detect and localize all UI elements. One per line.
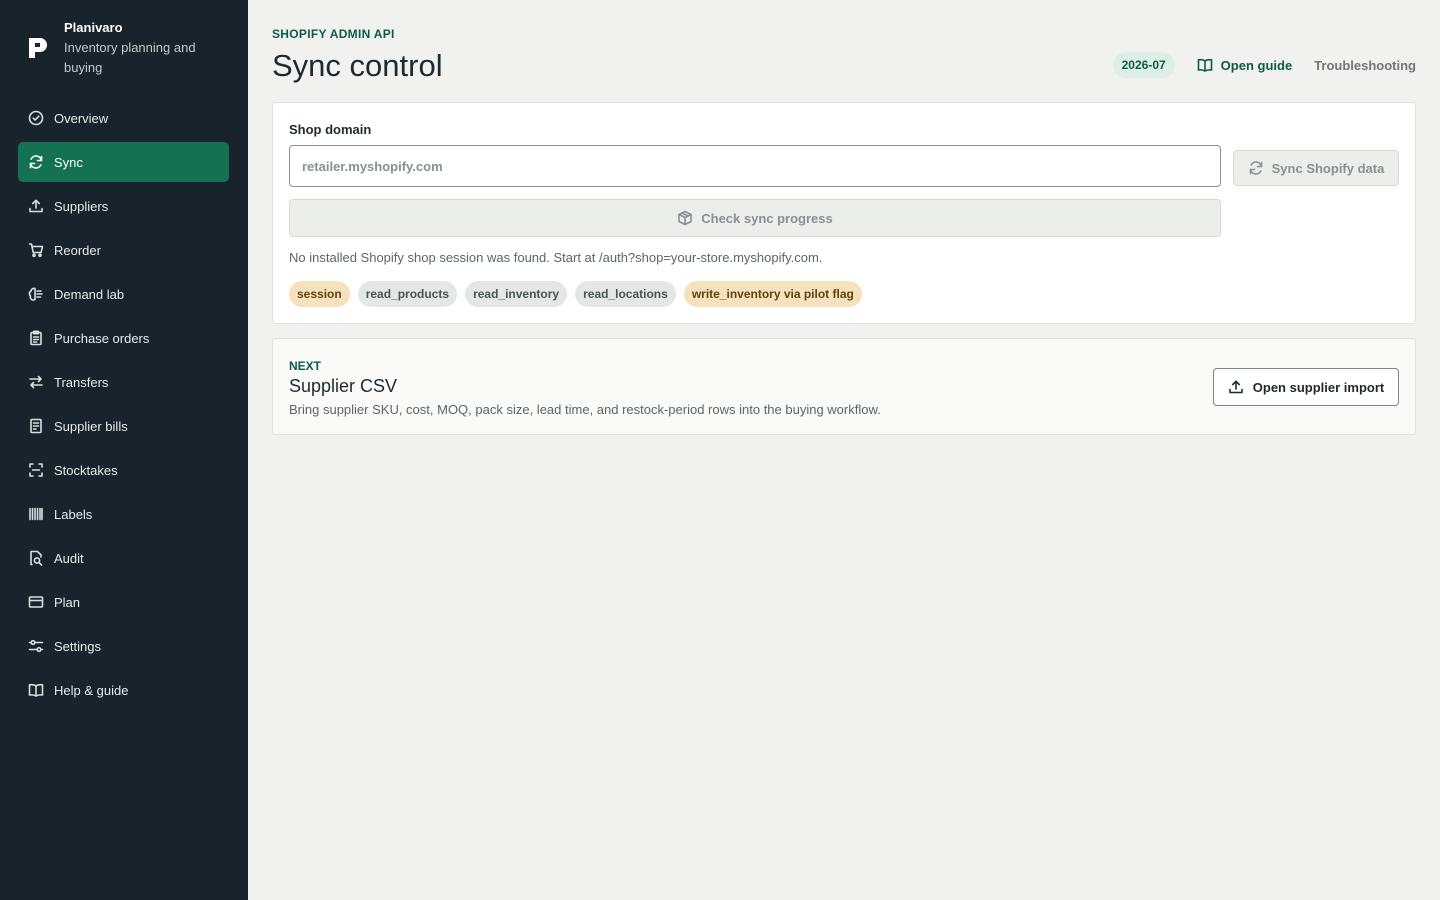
sidebar-item-label: Labels (54, 506, 93, 522)
sidebar-item-label: Purchase orders (54, 330, 150, 346)
upload-icon (1228, 380, 1243, 394)
sidebar-item-audit[interactable]: Audit (18, 538, 229, 578)
check-sync-progress-button[interactable]: Check sync progress (289, 199, 1221, 237)
header-actions: 2026-07 Open guide Troubleshooting (1112, 52, 1416, 78)
page-eyebrow: SHOPIFY ADMIN API (272, 27, 395, 41)
sidebar-item-label: Supplier bills (54, 418, 128, 434)
scope-chip-session: session (289, 281, 350, 307)
scope-chip-write-inventory: write_inventory via pilot flag (683, 281, 862, 307)
sidebar-item-stocktakes[interactable]: Stocktakes (18, 450, 229, 490)
scope-chip-read-products: read_products (357, 281, 458, 307)
progress-button-label: Check sync progress (701, 210, 833, 226)
clipboard-icon (28, 330, 44, 346)
scope-chip-read-locations: read_locations (575, 281, 676, 307)
sliders-icon (28, 638, 44, 654)
cart-icon (28, 242, 44, 258)
page-title: Sync control (272, 48, 443, 83)
sidebar-item-help-guide[interactable]: Help & guide (18, 670, 229, 710)
sidebar-item-label: Reorder (54, 242, 101, 258)
sidebar-item-label: Demand lab (54, 286, 125, 302)
session-status-message: No installed Shopify shop session was fo… (289, 250, 823, 265)
next-step-card: NEXT Supplier CSV Bring supplier SKU, co… (272, 338, 1416, 435)
sidebar-item-label: Overview (54, 110, 109, 126)
brand: Planivaro Inventory planning and buying (26, 18, 224, 78)
sidebar-item-label: Audit (54, 550, 84, 566)
sidebar-item-label: Help & guide (54, 682, 129, 698)
upload-icon (28, 198, 44, 214)
open-guide-label: Open guide (1220, 57, 1293, 73)
brand-tagline: Inventory planning and buying (64, 40, 196, 75)
sidebar-item-settings[interactable]: Settings (18, 626, 229, 666)
import-button-label: Open supplier import (1252, 379, 1385, 395)
sidebar-item-suppliers[interactable]: Suppliers (18, 186, 229, 226)
check-circle-icon (28, 110, 44, 126)
sidebar-item-overview[interactable]: Overview (18, 98, 229, 138)
shop-domain-label: Shop domain (289, 122, 372, 137)
sync-shopify-data-button[interactable]: Sync Shopify data (1233, 150, 1399, 186)
scope-chip-read-inventory: read_inventory (465, 281, 568, 307)
scope-chips: session read_products read_inventory rea… (289, 281, 862, 307)
sidebar-nav: Overview Sync Suppliers Reorder Demand l… (18, 98, 229, 714)
receipt-icon (28, 418, 44, 434)
sidebar-item-plan[interactable]: Plan (18, 582, 229, 622)
sidebar-item-reorder[interactable]: Reorder (18, 230, 229, 270)
sidebar-item-label: Plan (54, 594, 81, 610)
brain-icon (28, 286, 44, 302)
book-icon (28, 682, 44, 698)
sync-button-label: Sync Shopify data (1271, 160, 1385, 176)
api-version-badge: 2026-07 (1112, 52, 1175, 78)
credit-card-icon (28, 594, 44, 610)
next-step-title: Supplier CSV (289, 376, 398, 396)
brand-name: Planivaro (64, 20, 123, 35)
sidebar-item-labels[interactable]: Labels (18, 494, 229, 534)
barcode-icon (28, 506, 44, 522)
sidebar-item-label: Settings (54, 638, 101, 654)
planivaro-logo-icon (29, 38, 47, 58)
book-icon (1197, 58, 1212, 72)
sidebar-item-sync[interactable]: Sync (18, 142, 229, 182)
arrows-swap-icon (28, 374, 44, 390)
sidebar-item-purchase-orders[interactable]: Purchase orders (18, 318, 229, 358)
refresh-icon (28, 154, 44, 170)
sync-card: Shop domain Sync Shopify data Check sync… (272, 102, 1416, 324)
sidebar-item-label: Stocktakes (54, 462, 118, 478)
package-icon (678, 210, 693, 226)
sidebar-item-supplier-bills[interactable]: Supplier bills (18, 406, 229, 446)
next-step-description: Bring supplier SKU, cost, MOQ, pack size… (289, 402, 881, 417)
troubleshooting-link[interactable]: Troubleshooting (1314, 58, 1416, 73)
file-search-icon (28, 550, 44, 566)
sidebar: Planivaro Inventory planning and buying … (0, 0, 248, 900)
shop-domain-input[interactable] (289, 145, 1221, 187)
sidebar-item-demand-lab[interactable]: Demand lab (18, 274, 229, 314)
sidebar-item-transfers[interactable]: Transfers (18, 362, 229, 402)
sidebar-item-label: Sync (54, 154, 83, 170)
refresh-icon (1249, 161, 1262, 175)
sidebar-item-label: Transfers (54, 374, 109, 390)
open-supplier-import-button[interactable]: Open supplier import (1213, 368, 1399, 406)
next-eyebrow: NEXT (289, 359, 322, 373)
open-guide-link[interactable]: Open guide (1197, 57, 1293, 73)
sidebar-item-label: Suppliers (54, 198, 109, 214)
scan-icon (28, 462, 44, 478)
